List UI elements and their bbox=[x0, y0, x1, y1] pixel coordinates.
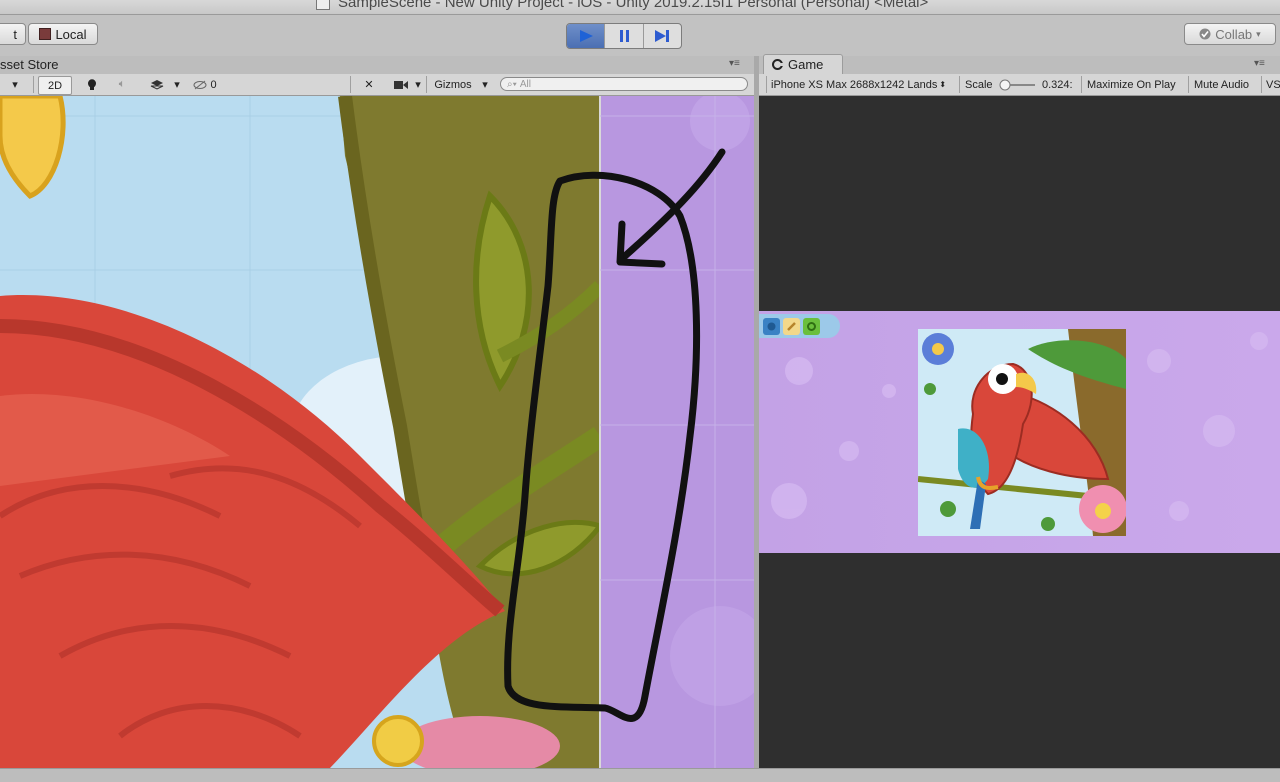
play-button[interactable] bbox=[567, 24, 606, 48]
brush-icon[interactable] bbox=[783, 317, 800, 335]
chevron-down-icon: ▾ bbox=[1256, 28, 1261, 39]
window-title-wrap: SampleScene - New Unity Project - iOS - … bbox=[316, 0, 928, 11]
game-tab-label: Game bbox=[788, 57, 824, 72]
scene-file-icon bbox=[316, 0, 330, 10]
account-button[interactable]: t bbox=[0, 23, 26, 45]
divider bbox=[350, 76, 351, 93]
game-view[interactable] bbox=[759, 96, 1280, 768]
local-button-label: Local bbox=[55, 26, 87, 42]
window-title: SampleScene - New Unity Project - iOS - … bbox=[338, 0, 929, 11]
parrot-beak bbox=[0, 96, 66, 199]
hidden-objects-toggle[interactable]: 0 bbox=[188, 76, 222, 93]
gear-icon[interactable] bbox=[763, 317, 780, 335]
tools-icon[interactable]: ✕ bbox=[358, 76, 380, 93]
gizmos-chevron-icon[interactable]: ▾ bbox=[480, 76, 490, 93]
play-icon bbox=[579, 30, 593, 42]
search-icon: ⌕▾ bbox=[507, 78, 517, 90]
mute-audio-toggle[interactable]: Mute Audio bbox=[1194, 76, 1249, 93]
game-controller-icon bbox=[772, 59, 783, 70]
asset-store-tab[interactable]: sset Store bbox=[0, 57, 59, 72]
account-button-label: t bbox=[13, 26, 17, 42]
audio-toggle-icon[interactable]: 🔈︎ bbox=[110, 76, 134, 93]
divider bbox=[33, 76, 34, 93]
panel-menu-icon[interactable]: ▾≡ bbox=[1254, 58, 1265, 69]
collab-label: Collab bbox=[1215, 26, 1253, 42]
scene-toolbar: ▾ 2D 🔈︎ ▾ 0 ✕ ▾ Gizmos ▾ ⌕▾ All bbox=[0, 74, 757, 96]
scale-slider[interactable] bbox=[999, 76, 1037, 93]
check-circle-icon bbox=[1199, 28, 1211, 40]
resolution-dropdown[interactable]: iPhone XS Max 2688x1242 Lands ⬍ bbox=[771, 76, 955, 93]
divider bbox=[1188, 76, 1189, 93]
eye-slash-icon bbox=[193, 80, 207, 89]
collab-button[interactable]: Collab ▾ bbox=[1184, 23, 1276, 45]
parrot-picture bbox=[918, 329, 1126, 536]
status-bar bbox=[0, 768, 1280, 782]
effects-toggle-icon[interactable] bbox=[144, 76, 170, 93]
divider bbox=[1081, 76, 1082, 93]
divider bbox=[766, 76, 767, 93]
divider bbox=[426, 76, 427, 93]
title-bar: SampleScene - New Unity Project - iOS - … bbox=[0, 0, 1280, 15]
pivot-local-button[interactable]: Local bbox=[28, 23, 98, 45]
mode-2d-toggle[interactable]: 2D bbox=[38, 76, 72, 95]
scene-tab-bar: sset Store ▾≡ bbox=[0, 56, 757, 74]
step-button[interactable] bbox=[644, 24, 681, 48]
camera-dropdown-icon[interactable]: ▾ bbox=[412, 76, 424, 93]
play-controls bbox=[566, 23, 682, 49]
gizmos-dropdown[interactable]: Gizmos bbox=[430, 76, 476, 93]
maximize-on-play-toggle[interactable]: Maximize On Play bbox=[1087, 76, 1176, 93]
resolution-label: iPhone XS Max 2688x1242 Lands bbox=[771, 78, 938, 91]
game-toolbar: iPhone XS Max 2688x1242 Lands ⬍ Scale 0.… bbox=[759, 74, 1280, 96]
pause-button[interactable] bbox=[605, 24, 644, 48]
scale-label: Scale bbox=[965, 78, 993, 91]
effects-dropdown-icon[interactable]: ▾ bbox=[172, 76, 182, 93]
flower-center bbox=[372, 715, 424, 767]
game-ui-buttons bbox=[759, 314, 840, 338]
game-canvas bbox=[759, 311, 1280, 553]
step-icon bbox=[655, 30, 670, 42]
settings-icon[interactable] bbox=[803, 317, 820, 335]
scale-value: 0.324: bbox=[1042, 78, 1073, 91]
tab-game[interactable]: Game bbox=[763, 54, 843, 74]
search-placeholder: All bbox=[519, 78, 531, 90]
scene-artwork bbox=[0, 96, 754, 768]
camera-icon[interactable] bbox=[390, 76, 412, 93]
pause-icon bbox=[619, 30, 629, 42]
shading-dropdown[interactable]: ▾ bbox=[0, 76, 30, 93]
scene-view[interactable] bbox=[0, 96, 754, 768]
main-toolbar: t Local Collab ▾ bbox=[0, 15, 1280, 55]
updown-icon: ⬍ bbox=[939, 80, 947, 89]
scene-search-input[interactable]: ⌕▾ All bbox=[500, 77, 748, 91]
local-cube-icon bbox=[39, 28, 52, 40]
lighting-toggle-icon[interactable] bbox=[80, 76, 104, 93]
hidden-count: 0 bbox=[210, 78, 217, 91]
vsync-toggle[interactable]: VS bbox=[1266, 76, 1280, 93]
divider bbox=[1261, 76, 1262, 93]
divider bbox=[959, 76, 960, 93]
panel-menu-icon[interactable]: ▾≡ bbox=[729, 58, 740, 69]
game-tab-bar: Game ▾≡ bbox=[759, 54, 1280, 74]
scale-value-text: 0.324 bbox=[1042, 78, 1070, 91]
